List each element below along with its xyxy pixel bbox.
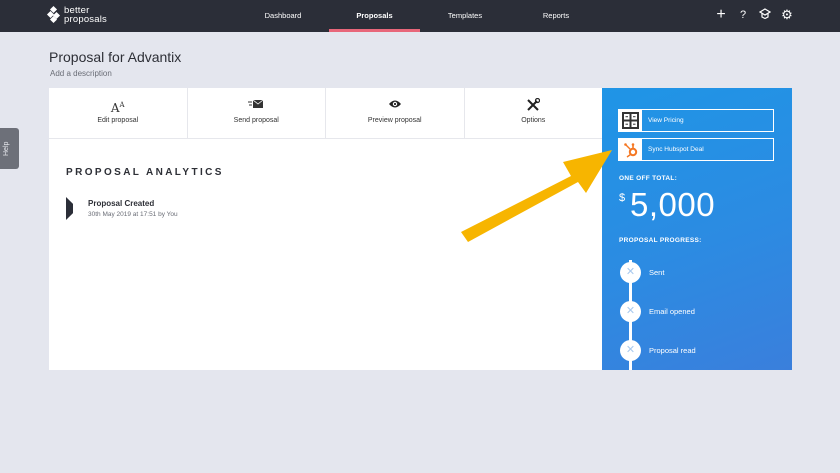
- sync-hubspot-label: Sync Hubspot Deal: [648, 146, 704, 153]
- total-amount: 5,000: [630, 186, 716, 223]
- eye-icon: [388, 98, 402, 113]
- help-icon[interactable]: ?: [736, 8, 750, 22]
- edit-proposal-button[interactable]: AA Edit proposal: [49, 88, 188, 138]
- sync-hubspot-button[interactable]: Sync Hubspot Deal: [618, 138, 774, 161]
- currency-symbol: $: [619, 192, 626, 204]
- event-title: Proposal Created: [88, 199, 155, 208]
- hubspot-icon: [619, 139, 642, 160]
- step-email-opened-label: Email opened: [649, 307, 695, 316]
- nav-active-indicator: [329, 29, 420, 32]
- page-title[interactable]: Proposal for Advantix: [49, 49, 181, 65]
- plus-icon[interactable]: +: [714, 7, 728, 23]
- calculator-icon: [619, 110, 642, 131]
- graduation-cap-icon[interactable]: [758, 8, 772, 22]
- font-size-icon: AA: [110, 101, 125, 115]
- view-pricing-label: View Pricing: [648, 117, 684, 124]
- total-label: ONE OFF TOTAL:: [619, 175, 678, 182]
- options-button[interactable]: Options: [465, 88, 603, 138]
- help-side-tab[interactable]: Help: [0, 128, 19, 169]
- proposal-toolbar: AA Edit proposal Send proposal Preview p…: [49, 88, 602, 139]
- preview-proposal-button[interactable]: Preview proposal: [326, 88, 465, 138]
- step-proposal-read-label: Proposal read: [649, 346, 696, 355]
- top-navbar: better proposals Dashboard Proposals Tem…: [0, 0, 840, 32]
- nav-templates[interactable]: Templates: [440, 0, 490, 32]
- analytics-heading: PROPOSAL ANALYTICS: [66, 167, 224, 178]
- event-timestamp: 30th May 2019 at 17:51 by You: [88, 211, 178, 218]
- step-sent-icon: ✕: [620, 262, 641, 283]
- nav-dashboard[interactable]: Dashboard: [258, 0, 308, 32]
- preview-proposal-label: Preview proposal: [367, 117, 422, 124]
- send-proposal-button[interactable]: Send proposal: [188, 88, 326, 138]
- send-envelope-icon: [248, 98, 264, 113]
- timeline-marker: [66, 197, 73, 220]
- nav-reports[interactable]: Reports: [534, 0, 578, 32]
- send-proposal-label: Send proposal: [233, 117, 279, 124]
- step-proposal-read-icon: ✕: [620, 340, 641, 361]
- progress-label: PROPOSAL PROGRESS:: [619, 237, 702, 244]
- tools-icon: [526, 97, 541, 113]
- gear-icon[interactable]: ⚙: [780, 8, 794, 22]
- step-email-opened-icon: ✕: [620, 301, 641, 322]
- nav-proposals[interactable]: Proposals: [329, 0, 420, 32]
- options-label: Options: [521, 117, 546, 124]
- proposal-side-panel: View Pricing Sync Hubspot Deal ONE OFF T…: [602, 88, 792, 370]
- edit-proposal-label: Edit proposal: [97, 117, 139, 124]
- description-field[interactable]: Add a description: [50, 69, 112, 78]
- help-tab-label: Help: [3, 141, 10, 156]
- proposal-card: AA Edit proposal Send proposal Preview p…: [49, 88, 602, 370]
- step-sent-label: Sent: [649, 268, 665, 277]
- view-pricing-button[interactable]: View Pricing: [618, 109, 774, 132]
